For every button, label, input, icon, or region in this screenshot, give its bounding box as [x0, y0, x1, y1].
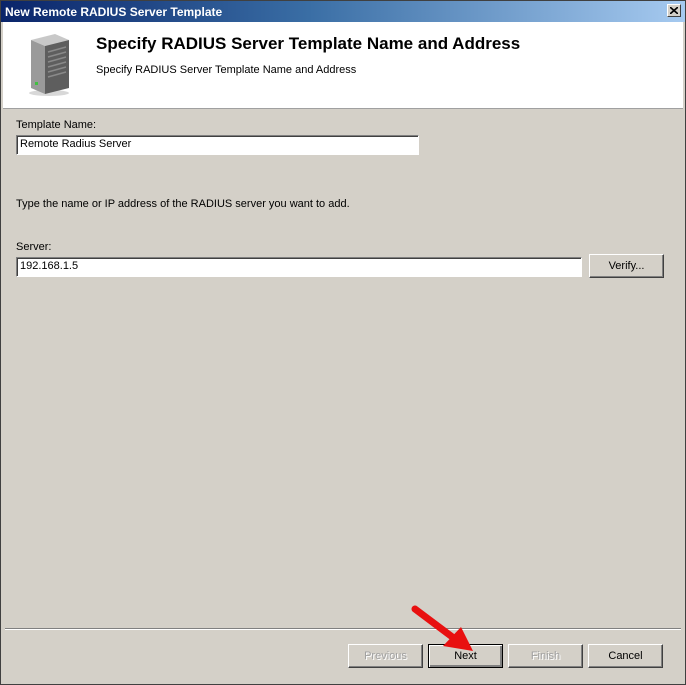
close-icon: [670, 7, 678, 14]
instructions-text: Type the name or IP address of the RADIU…: [16, 198, 350, 210]
page-subtitle: Specify RADIUS Server Template Name and …: [96, 64, 357, 76]
server-field[interactable]: 192.168.1.5: [16, 257, 582, 277]
page-title: Specify RADIUS Server Template Name and …: [96, 34, 521, 53]
wizard-header: Specify RADIUS Server Template Name and …: [3, 22, 683, 109]
title-bar[interactable]: New Remote RADIUS Server Template: [1, 1, 685, 22]
window-title: New Remote RADIUS Server Template: [5, 5, 223, 19]
template-name-label: Template Name:: [16, 119, 97, 131]
server-label: Server:: [16, 241, 52, 253]
wizard-window: New Remote RADIUS Server Template Specif…: [0, 0, 686, 685]
template-name-field[interactable]: Remote Radius Server: [16, 135, 419, 155]
finish-button[interactable]: Finish: [508, 644, 583, 668]
footer-divider: [5, 628, 681, 630]
server-tower-icon: [29, 34, 69, 96]
close-button[interactable]: [667, 4, 681, 17]
red-arrow-icon: [411, 605, 473, 651]
verify-button[interactable]: Verify...: [589, 254, 664, 278]
cancel-button[interactable]: Cancel: [588, 644, 663, 668]
